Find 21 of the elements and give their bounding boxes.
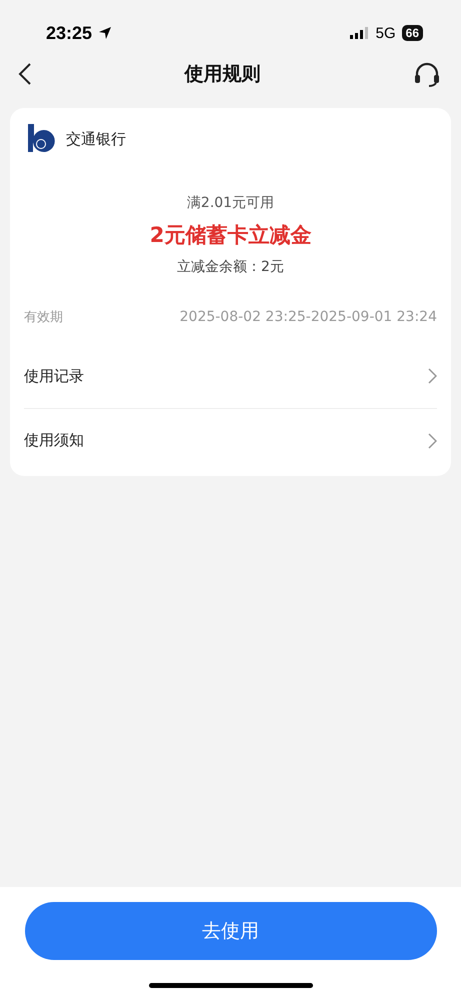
customer-service-button[interactable] (413, 61, 441, 87)
validity-period: 2025-08-02 23:25-2025-09-01 23:24 (180, 309, 437, 325)
back-button[interactable] (18, 62, 32, 86)
back-icon (18, 62, 32, 86)
menu-row[interactable]: 使用须知 (24, 408, 437, 472)
headset-icon (413, 61, 441, 87)
status-time: 23:25 (46, 22, 92, 44)
coupon-title: 2元储蓄卡立减金 (150, 222, 312, 249)
menu-row[interactable]: 使用记录 (24, 344, 437, 408)
page-title: 使用规则 (184, 62, 260, 87)
signal-icon (350, 27, 370, 39)
coupon-balance: 立减金余额：2元 (177, 258, 284, 276)
use-button[interactable]: 去使用 (24, 902, 436, 960)
usage-condition: 满2.01元可用 (186, 194, 274, 212)
chevron-right-icon (428, 432, 437, 448)
chevron-right-icon (428, 368, 437, 384)
bank-name: 交通银行 (66, 130, 126, 148)
location-arrow-icon (98, 26, 112, 40)
network-type: 5G (376, 24, 396, 42)
validity-label: 有效期 (24, 309, 63, 326)
battery-level: 66 (402, 25, 423, 41)
